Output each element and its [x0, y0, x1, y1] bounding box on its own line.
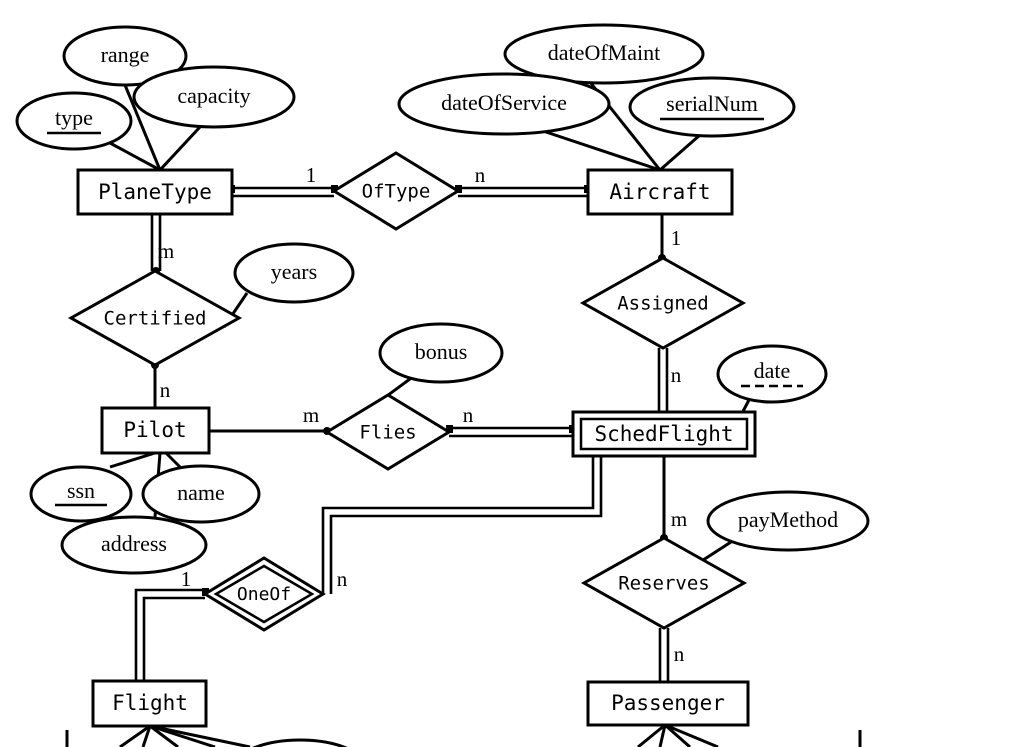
- edge-passenger-attr-3: [664, 723, 691, 747]
- cardinality-oftype-aircraft: n: [475, 163, 486, 187]
- attribute-type-label: type: [55, 105, 93, 130]
- flight-attribute-ellipse-clipped: [252, 738, 348, 747]
- entity-passenger: Passenger: [586, 680, 750, 727]
- attribute-ssn: ssn: [29, 465, 133, 523]
- edge-sched-oneof-b: [329, 456, 603, 594]
- cardinality-planetype-certified: m: [158, 239, 174, 263]
- relationship-reserves-label: Reserves: [618, 573, 710, 595]
- edge-sched-oneof-a: [321, 456, 595, 594]
- attribute-capacity: capacity: [132, 65, 296, 129]
- attribute-range-label: range: [101, 42, 150, 67]
- entity-schedflight-label: SchedFlight: [594, 422, 733, 446]
- attribute-date-label: date: [754, 358, 791, 383]
- attribute-date: date: [716, 344, 828, 404]
- edge-serianum-aircraft: [659, 133, 701, 172]
- entity-aircraft-label: Aircraft: [609, 180, 710, 204]
- entity-planetype: PlaneType: [76, 168, 234, 216]
- attribute-years-label: years: [271, 259, 317, 284]
- attribute-capacity-label: capacity: [177, 83, 250, 108]
- attribute-serianum-label: serialNum: [666, 91, 758, 116]
- entity-flight-label: Flight: [112, 691, 188, 715]
- er-diagram-canvas: range capacity type dateOfMaint dateOfSe…: [0, 0, 1024, 747]
- attribute-address-label: address: [101, 531, 167, 556]
- edge-capacity-planetype: [158, 125, 202, 172]
- attribute-address: address: [60, 515, 208, 575]
- relationship-reserves: Reserves: [580, 536, 748, 630]
- cardinality-pilot-flies: m: [303, 403, 319, 427]
- entity-passenger-label: Passenger: [611, 691, 725, 715]
- cardinality-oneof-schedflight: n: [337, 567, 348, 591]
- cardinality-oneof-flight: 1: [181, 567, 192, 591]
- edge-type-planetype: [109, 141, 161, 172]
- relationship-oftype: OfType: [331, 151, 461, 231]
- edge-oneof-flight-a: [134, 588, 205, 681]
- attribute-dateofmaint-label: dateOfMaint: [548, 40, 660, 65]
- entity-planetype-label: PlaneType: [98, 180, 212, 204]
- attribute-paymethod-label: payMethod: [738, 507, 838, 532]
- attribute-years: years: [233, 242, 355, 304]
- edge-dateofservice-aircraft: [539, 128, 661, 172]
- attribute-bonus: bonus: [378, 322, 504, 384]
- relationship-flies-label: Flies: [359, 422, 416, 444]
- cardinality-flies-schedflight: n: [463, 403, 474, 427]
- edge-paymethod-reserves: [699, 540, 732, 564]
- relationship-assigned-label: Assigned: [617, 293, 709, 315]
- entity-pilot-label: Pilot: [123, 418, 186, 442]
- relationship-assigned: Assigned: [579, 256, 747, 350]
- er-diagram-svg: range capacity type dateOfMaint dateOfSe…: [15, 23, 870, 747]
- attribute-dateofservice: dateOfService: [397, 72, 611, 136]
- cardinality-aircraft-assigned: 1: [671, 226, 682, 250]
- edge-ssn-pilot: [109, 451, 156, 469]
- edge-passenger-attr-4: [664, 723, 719, 747]
- attribute-dateofservice-label: dateOfService: [441, 90, 567, 115]
- entity-pilot: Pilot: [100, 406, 211, 455]
- attribute-ssn-label: ssn: [67, 478, 95, 503]
- relationship-oftype-label: OfType: [362, 181, 431, 203]
- cardinality-planetype-oftype: 1: [306, 163, 317, 187]
- attribute-name-label: name: [177, 480, 225, 505]
- attribute-paymethod: payMethod: [706, 490, 870, 552]
- entity-schedflight: SchedFlight: [571, 410, 757, 458]
- relationship-certified-label: Certified: [104, 308, 207, 330]
- cardinality-reserves-passenger: n: [674, 642, 685, 666]
- attribute-serianum: serialNum: [628, 76, 796, 138]
- relationship-oneof-label: OneOf: [237, 584, 291, 605]
- attribute-name: name: [141, 464, 261, 524]
- attribute-type: type: [15, 91, 133, 151]
- edge-oneof-flight-b: [142, 596, 205, 681]
- relationship-oneof: OneOf: [202, 556, 326, 632]
- relationship-certified: Certified: [67, 269, 243, 367]
- attribute-bonus-label: bonus: [415, 339, 468, 364]
- edge-name-pilot: [164, 451, 182, 469]
- cardinality-assigned-schedflight: n: [671, 363, 682, 387]
- cardinality-certified-pilot: n: [160, 378, 171, 402]
- cardinality-schedflight-reserves: m: [671, 507, 687, 531]
- relationship-flies: Flies: [324, 393, 452, 471]
- entity-aircraft: Aircraft: [586, 168, 734, 216]
- entity-flight: Flight: [91, 679, 208, 728]
